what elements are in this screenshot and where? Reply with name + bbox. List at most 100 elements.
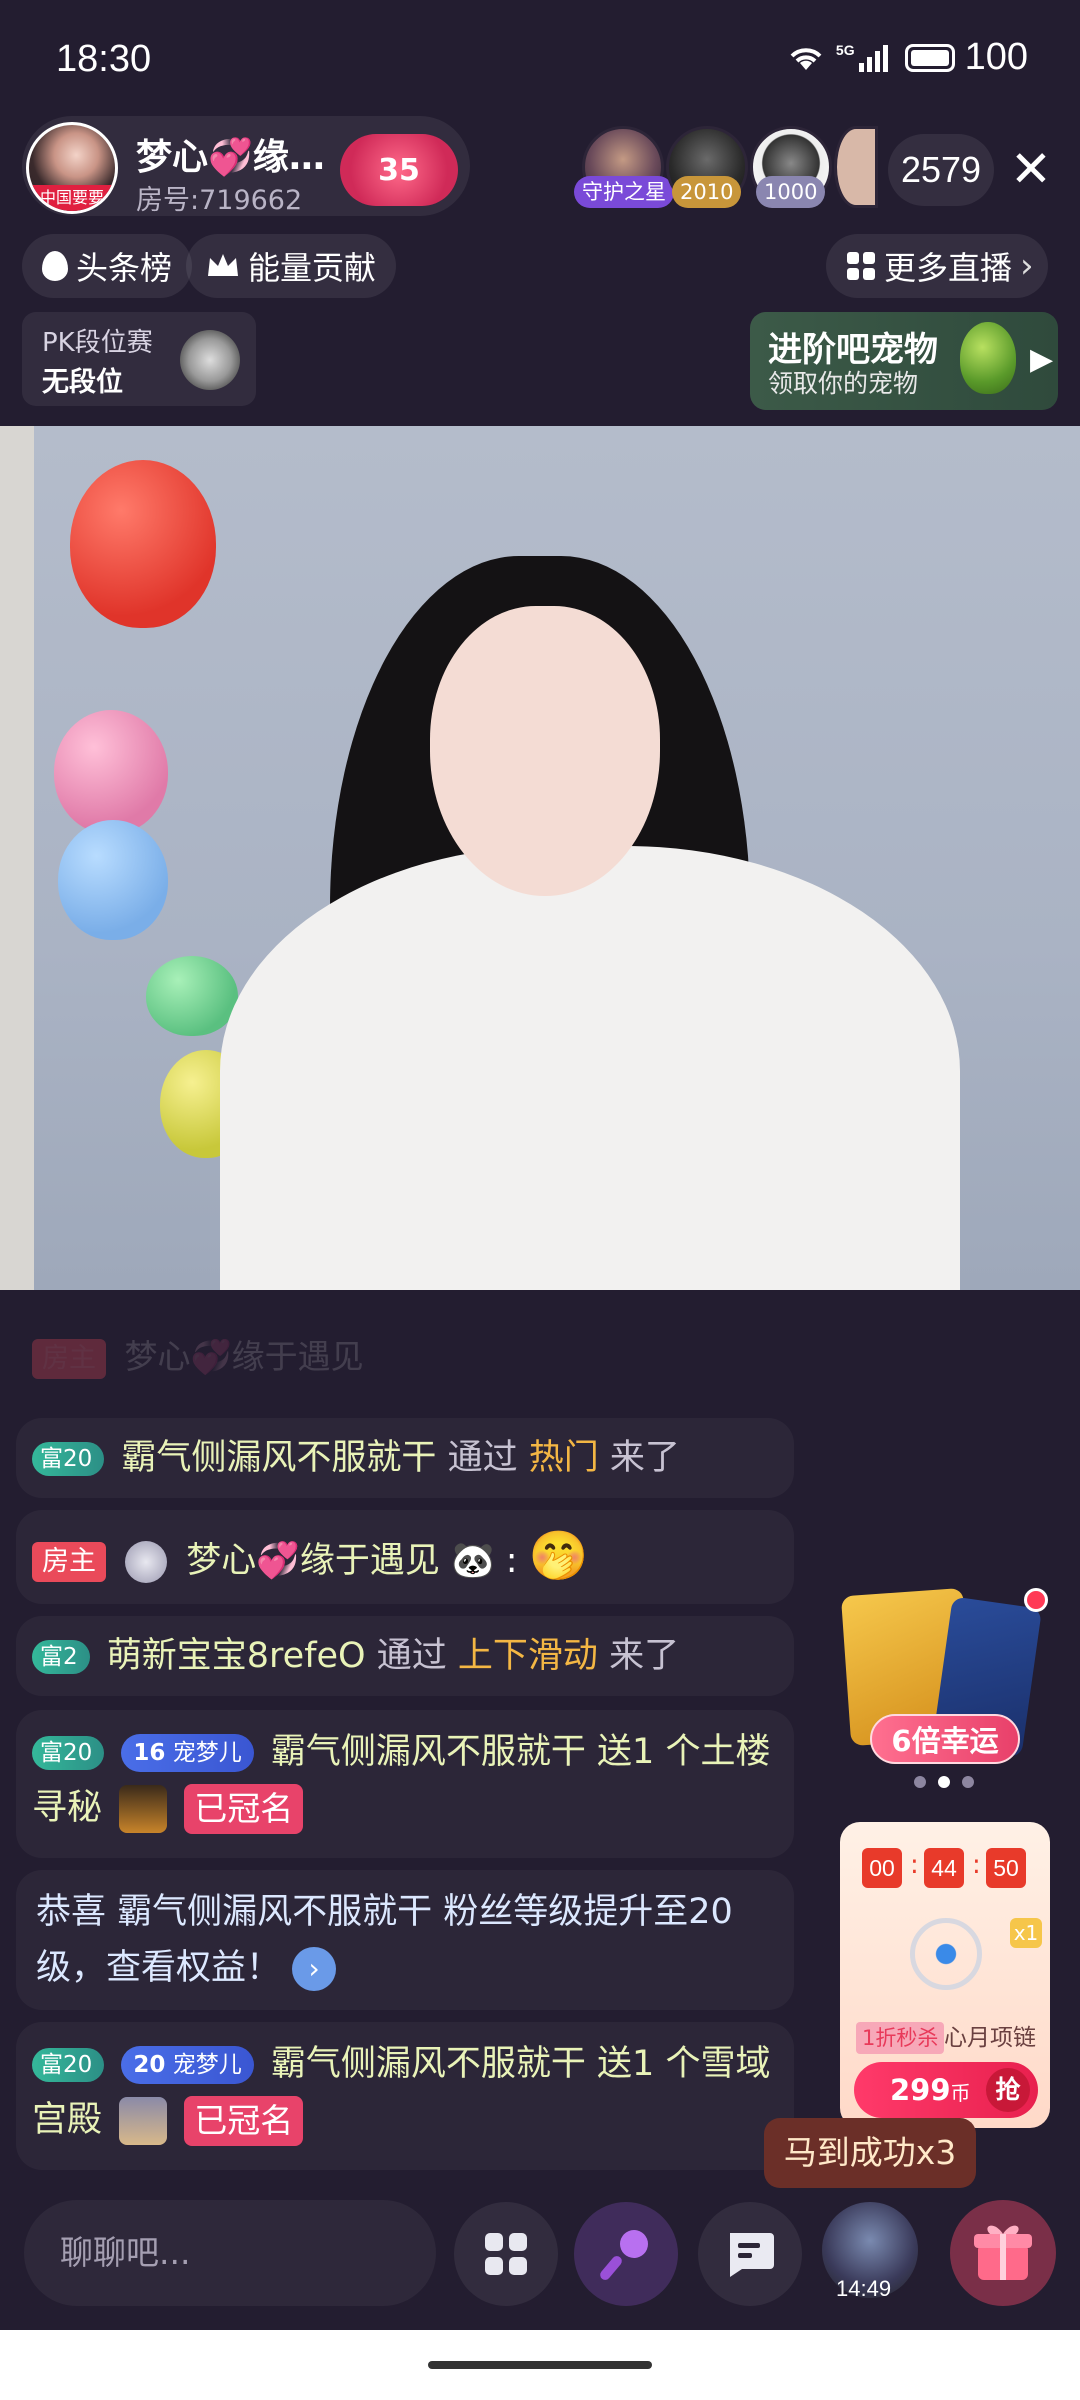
fan-club-badge: 16 宠梦儿 <box>121 1734 254 1772</box>
chevron-right-icon[interactable]: › <box>292 1947 337 1991</box>
more-tools-button[interactable] <box>454 2202 558 2306</box>
chat-line-1[interactable]: 富20 霸气侧漏风不服就干 通过 热门 来了 <box>16 1418 794 1498</box>
crowned-badge: 已冠名 <box>184 1784 304 1834</box>
medal-icon <box>125 1541 168 1583</box>
promo-subtitle: 领取你的宠物 <box>768 369 919 398</box>
fan-club-name: 宠梦儿 <box>172 2052 242 2078</box>
blue-balloon <box>58 820 168 940</box>
status-time: 18:30 <box>56 38 152 80</box>
timer-sep: : <box>910 1850 919 1880</box>
energy-contribution-button[interactable]: 能量贡献 <box>186 234 397 298</box>
pk-title: PK段位赛 <box>42 328 153 358</box>
chat-user[interactable]: 霸气侧漏风不服就干 <box>271 1732 586 1772</box>
chat-user[interactable]: 霸气侧漏风不服就干 <box>121 1438 436 1478</box>
host-tag: 房主 <box>32 1542 106 1582</box>
chat-line-3[interactable]: 富2 萌新宝宝8refeO 通过 上下滑动 来了 <box>16 1616 794 1696</box>
battery-level: 100 <box>964 36 1028 78</box>
fan-level-up-text: 恭喜 霸气侧漏风不服就干 粉丝等级提升至20级，查看权益！ <box>36 1892 733 1988</box>
wall-edge <box>0 426 34 1290</box>
chat-line-5[interactable]: 恭喜 霸气侧漏风不服就干 粉丝等级提升至20级，查看权益！ › <box>16 1870 794 2010</box>
gift-combo-toast: 马到成功x3 <box>764 2118 976 2188</box>
chat-via: 通过 <box>447 1438 518 1478</box>
chat-input[interactable]: 聊聊吧... <box>24 2200 436 2306</box>
streamer-coat <box>220 846 960 1290</box>
viewer-count[interactable]: 2579 <box>888 134 994 206</box>
buy-button[interactable]: 299币 抢 <box>854 2062 1038 2118</box>
host-avatar[interactable]: 中国要要 <box>26 122 118 214</box>
host-avatar-tag: 中国要要 <box>29 185 115 211</box>
headline-rank-button[interactable]: 头条榜 <box>22 234 193 298</box>
gift-button[interactable] <box>950 2200 1056 2306</box>
chat-user[interactable]: 梦心💞缘于遇见 <box>186 1541 440 1581</box>
home-indicator[interactable] <box>428 2361 652 2369</box>
rich-level-badge: 富20 <box>32 1442 105 1476</box>
timer-hours: 00 <box>862 1848 902 1888</box>
chat-line-4[interactable]: 富20 16 宠梦儿 霸气侧漏风不服就干 送1 个土楼寻秘 已冠名 <box>16 1710 794 1858</box>
chat-source: 热门 <box>528 1438 599 1478</box>
quantity-badge: x1 <box>1010 1918 1042 1948</box>
chat-line-2[interactable]: 房主 梦心💞缘于遇见 🐼 : 🤭 <box>16 1510 794 1604</box>
price-value: 299 <box>890 2073 951 2107</box>
necklace-icon <box>910 1918 982 1990</box>
network-label: 5G <box>835 41 855 58</box>
chat-user[interactable]: 霸气侧漏风不服就干 <box>271 2044 586 2084</box>
chat-sep: : <box>505 1541 518 1581</box>
panda-icon: 🐼 <box>451 1541 495 1581</box>
gift-image <box>119 1785 168 1833</box>
microphone-icon <box>600 2230 648 2280</box>
gift-action: 送1 <box>597 1732 655 1772</box>
more-live-label: 更多直播 <box>884 249 1013 287</box>
chat-source: 上下滑动 <box>457 1636 598 1676</box>
flash-sale-tag: 1折秒杀 <box>856 2022 945 2054</box>
crowned-badge: 已冠名 <box>184 2096 304 2146</box>
microphone-button[interactable] <box>574 2202 678 2306</box>
follow-level-badge[interactable]: 35 <box>340 134 458 206</box>
headline-rank-label: 头条榜 <box>76 249 173 287</box>
fan-level: 16 <box>133 1740 166 1766</box>
chat-bubble-icon <box>730 2233 774 2277</box>
grid-icon <box>847 252 875 280</box>
wifi-icon <box>790 47 822 70</box>
live-video[interactable] <box>0 426 1080 1290</box>
notification-dot <box>1024 1588 1048 1612</box>
timer-sep: : <box>972 1850 981 1880</box>
carousel-dots <box>914 1776 974 1788</box>
viewer-badge-2010: 2010 <box>672 176 742 208</box>
fan-level: 20 <box>133 2052 166 2078</box>
battery-icon <box>904 43 955 72</box>
crown-icon <box>208 254 238 276</box>
rich-level-badge: 富20 <box>32 1736 105 1770</box>
gift-icon <box>974 2225 1032 2280</box>
faded-chat-line: 房主 梦心💞缘于遇见 <box>32 1330 364 1379</box>
chat-via: 通过 <box>376 1636 447 1676</box>
drop-icon <box>42 251 68 281</box>
grid-icon <box>485 2233 527 2275</box>
gift-action: 送1 <box>597 2044 655 2084</box>
red-balloon <box>70 460 216 628</box>
chat-tail: 来了 <box>609 1438 680 1478</box>
timer-minutes: 44 <box>924 1848 964 1888</box>
close-icon[interactable]: ✕ <box>1010 142 1052 196</box>
avatar-timer: 14:49 <box>836 2276 892 2301</box>
chat-line-6[interactable]: 富20 20 宠梦儿 霸气侧漏风不服就干 送1 个雪域宫殿 已冠名 <box>16 2022 794 2170</box>
host-tag: 房主 <box>32 1338 106 1379</box>
host-name: 梦心💞缘… <box>136 137 325 178</box>
message-button[interactable] <box>698 2202 802 2306</box>
emoji-face: 🤭 <box>528 1528 589 1584</box>
chat-user[interactable]: 萌新宝宝8refeO <box>107 1636 366 1676</box>
price-unit: 币 <box>950 2081 971 2105</box>
timer-seconds: 50 <box>986 1848 1026 1888</box>
rich-level-badge: 富20 <box>32 2048 105 2082</box>
lucky-multiplier-label: 6倍幸运 <box>870 1714 1020 1764</box>
faded-user: 梦心💞缘于遇见 <box>124 1337 364 1376</box>
more-live-button[interactable]: 更多直播 › <box>826 234 1048 298</box>
chat-tail: 来了 <box>609 1636 680 1676</box>
viewer-avatar-4[interactable] <box>834 126 878 208</box>
streamer-face <box>430 606 660 896</box>
pet-egg-icon <box>960 322 1016 394</box>
pk-rank-value: 无段位 <box>42 367 123 398</box>
pk-rank-icon <box>180 330 240 390</box>
play-arrow-icon: ▶ <box>1030 342 1054 377</box>
chevron-right-icon: › <box>1020 246 1034 286</box>
grab-button[interactable]: 抢 <box>986 2068 1030 2112</box>
